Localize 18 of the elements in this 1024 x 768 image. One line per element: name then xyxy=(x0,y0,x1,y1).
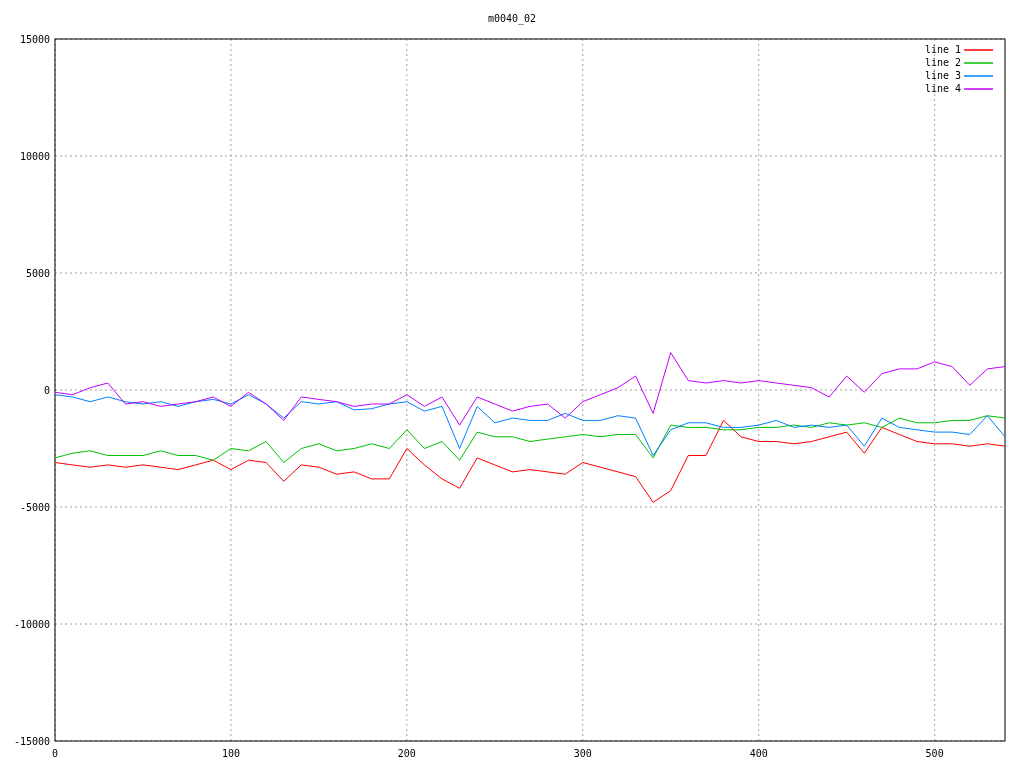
chart-title: m0040_02 xyxy=(487,13,537,24)
x-tick-label: 300 xyxy=(573,748,592,759)
x-tick-label: 400 xyxy=(749,748,768,759)
y-tick-label: 5000 xyxy=(25,268,50,279)
y-tick-label: -10000 xyxy=(13,619,50,630)
legend-label: line 3 xyxy=(924,70,961,81)
y-tick-label: 15000 xyxy=(19,34,50,45)
y-tick-label: -5000 xyxy=(19,502,50,513)
x-tick-label: 200 xyxy=(397,748,416,759)
legend-label: line 1 xyxy=(924,44,961,55)
x-tick-label: 500 xyxy=(925,748,944,759)
legend-label: line 2 xyxy=(924,57,961,68)
y-tick-label: 10000 xyxy=(19,151,50,162)
y-tick-label: 0 xyxy=(43,385,50,396)
y-tick-label: -15000 xyxy=(13,736,50,747)
x-tick-label: 0 xyxy=(52,748,58,759)
legend-label: line 4 xyxy=(924,83,961,94)
x-tick-label: 100 xyxy=(221,748,240,759)
